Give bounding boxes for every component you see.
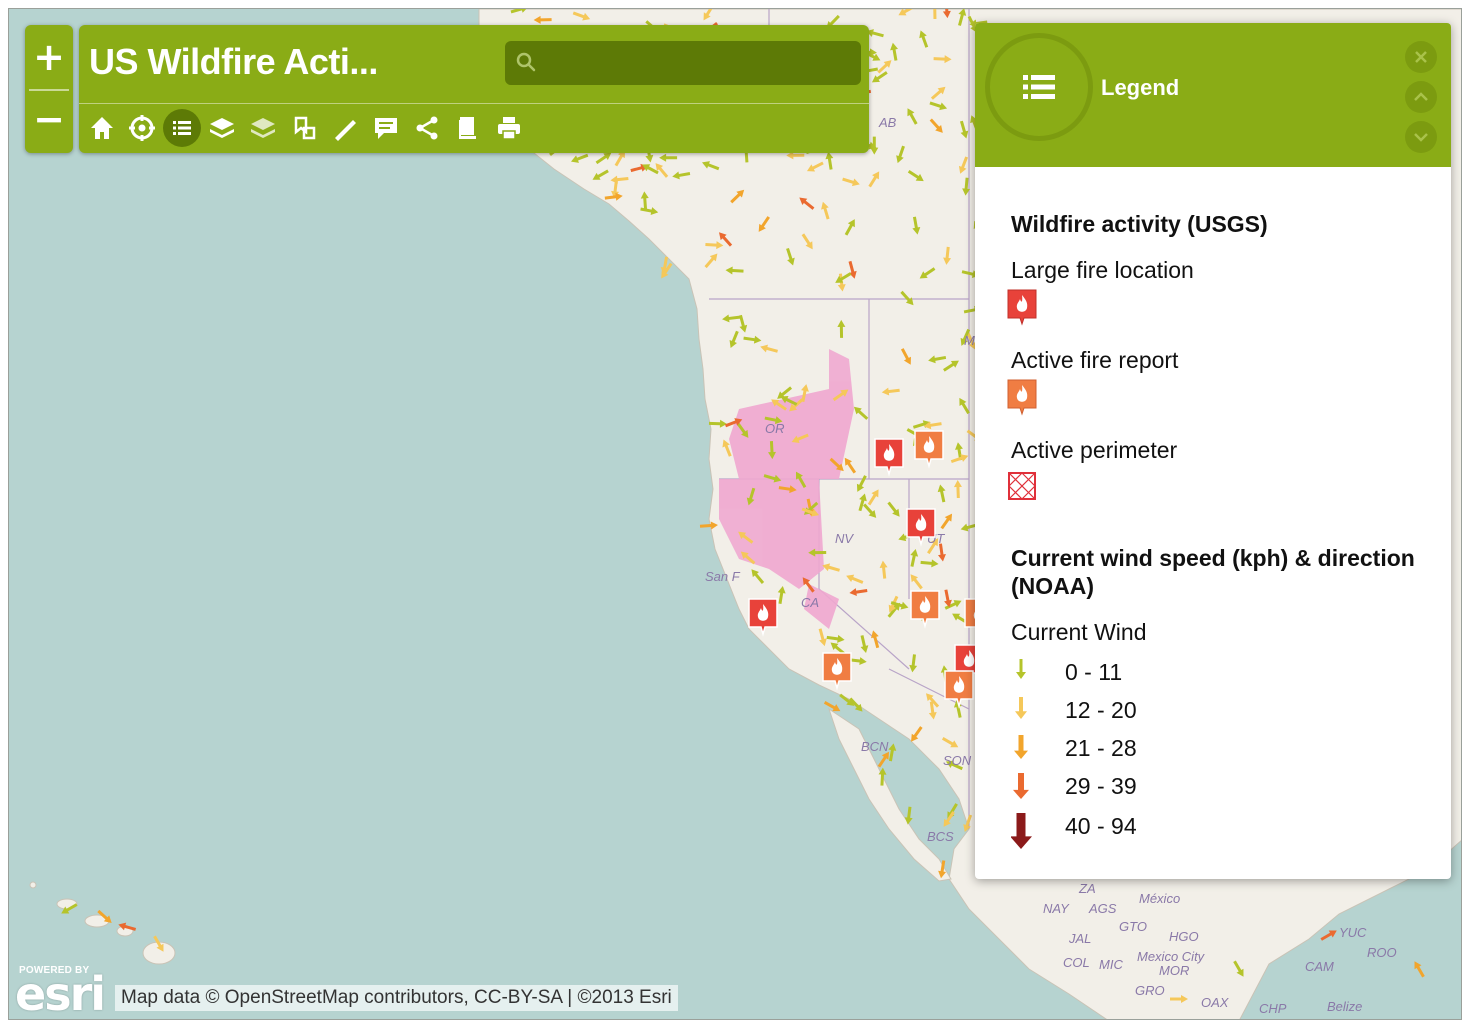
layers-icon (210, 118, 234, 138)
legend-item-label: Large fire location (1011, 257, 1194, 283)
wind-legend-row: 12 - 20 (1011, 693, 1311, 729)
about-button[interactable] (449, 109, 487, 147)
zoom-in-button[interactable]: + (25, 27, 73, 87)
map-place-label: MOR (1159, 963, 1189, 978)
map-place-label: JAL (1068, 931, 1091, 946)
wind-range-label: 0 - 11 (1065, 659, 1123, 685)
legend-item-label: Active perimeter (1011, 437, 1178, 463)
app-title: US Wildfire Acti... (89, 41, 378, 82)
share-button[interactable] (408, 109, 446, 147)
legend-panel: Legend Wildfire activity (USGS) Large fi… (975, 23, 1451, 879)
wind-range-label: 12 - 20 (1065, 697, 1137, 723)
wind-range-label: 40 - 94 (1065, 813, 1137, 839)
map-place-label: Mexico City (1137, 949, 1206, 964)
locate-button[interactable] (123, 109, 161, 147)
close-icon (1415, 51, 1427, 63)
active-fire-icon (1007, 379, 1037, 416)
legend-subheading: Current Wind (1011, 619, 1147, 645)
map-place-label: Belize (1327, 999, 1362, 1014)
wind-legend-row: 21 - 28 (1011, 731, 1311, 767)
basemap-icon (251, 118, 275, 138)
bookmark-icon (294, 116, 316, 140)
legend-header: Legend (975, 23, 1451, 167)
map-place-label: OAX (1201, 995, 1230, 1010)
map-place-label: GTO (1119, 919, 1147, 934)
map-place-label: GRO (1135, 983, 1165, 998)
book-icon (459, 117, 476, 139)
legend-up-button[interactable] (1405, 81, 1437, 113)
map-frame[interactable]: ABBCMTORNVUTCASan FBCNSONBCSNAYAGSJALCOL… (8, 8, 1462, 1020)
map-place-label: HGO (1169, 929, 1199, 944)
esri-wordmark: esri (15, 967, 106, 1020)
legend-list-icon (173, 121, 191, 135)
map-attribution: Map data © OpenStreetMap contributors, C… (115, 985, 678, 1011)
wind-legend-row: 40 - 94 (1011, 809, 1311, 849)
toolbar (83, 109, 523, 149)
map-place-label: OR (765, 421, 785, 436)
legend-close-button[interactable] (1405, 41, 1437, 73)
home-icon (91, 117, 113, 139)
measure-button[interactable] (326, 109, 364, 147)
map-place-label: CA (801, 595, 819, 610)
search-input[interactable] (505, 41, 861, 85)
comment-button[interactable] (367, 109, 405, 147)
zoom-out-button[interactable]: − (25, 91, 73, 151)
map-place-label: México (1139, 891, 1180, 906)
map-place-label: NV (835, 531, 854, 546)
chevron-down-icon (1414, 133, 1428, 142)
legend-section-heading: Current wind speed (kph) & direction (1011, 545, 1415, 571)
basemap-button[interactable] (244, 109, 282, 147)
legend-button[interactable] (163, 109, 201, 147)
legend-badge (985, 33, 1093, 141)
wind-arrow-icon (1011, 813, 1032, 849)
title-divider (79, 103, 869, 104)
map-place-label: AGS (1088, 901, 1117, 916)
bookmarks-button[interactable] (285, 109, 323, 147)
legend-list-icon (1023, 75, 1055, 99)
legend-title: Legend (1101, 75, 1180, 100)
map-place-label: CAM (1305, 959, 1334, 974)
search-icon[interactable] (515, 51, 537, 73)
wind-legend-row: 0 - 11 (1011, 655, 1311, 691)
map-place-label: ROO (1367, 945, 1397, 960)
wind-legend-row: 29 - 39 (1011, 769, 1311, 805)
zoom-control: + − (25, 25, 73, 153)
wind-range-label: 29 - 39 (1065, 773, 1137, 799)
map-place-label: NAY (1043, 901, 1070, 916)
home-button[interactable] (83, 109, 121, 147)
title-panel: US Wildfire Acti... (79, 25, 869, 153)
print-button[interactable] (490, 109, 528, 147)
map-place-label: BCS (927, 829, 954, 844)
map-place-label: SON (943, 753, 972, 768)
legend-item-label: Active fire report (1011, 347, 1179, 373)
legend-section-heading: Wildfire activity (USGS) (1011, 211, 1268, 237)
locate-icon (129, 115, 155, 141)
map-place-label: COL (1063, 955, 1090, 970)
esri-logo[interactable]: POWERED BY esri (11, 959, 111, 1019)
chevron-up-icon (1414, 92, 1428, 101)
layers-button[interactable] (203, 109, 241, 147)
large-fire-icon (1007, 289, 1037, 326)
map-place-label: BCN (861, 739, 889, 754)
legend-down-button[interactable] (1405, 121, 1437, 153)
map-place-label: YUC (1339, 925, 1367, 940)
wind-arrow-icon (1013, 773, 1029, 799)
comment-icon (375, 118, 397, 139)
share-icon (416, 116, 438, 140)
print-icon (498, 117, 520, 140)
measure-icon (335, 120, 356, 141)
map-place-label: AB (878, 115, 897, 130)
perimeter-swatch-icon (1008, 472, 1036, 500)
map-place-label: San F (705, 569, 741, 584)
map-place-label: MIC (1099, 957, 1123, 972)
wind-range-label: 21 - 28 (1065, 735, 1137, 761)
map-place-label: ZA (1078, 881, 1096, 896)
legend-section-heading-cont: (NOAA) (1011, 573, 1095, 599)
map-place-label: CHP (1259, 1001, 1287, 1016)
